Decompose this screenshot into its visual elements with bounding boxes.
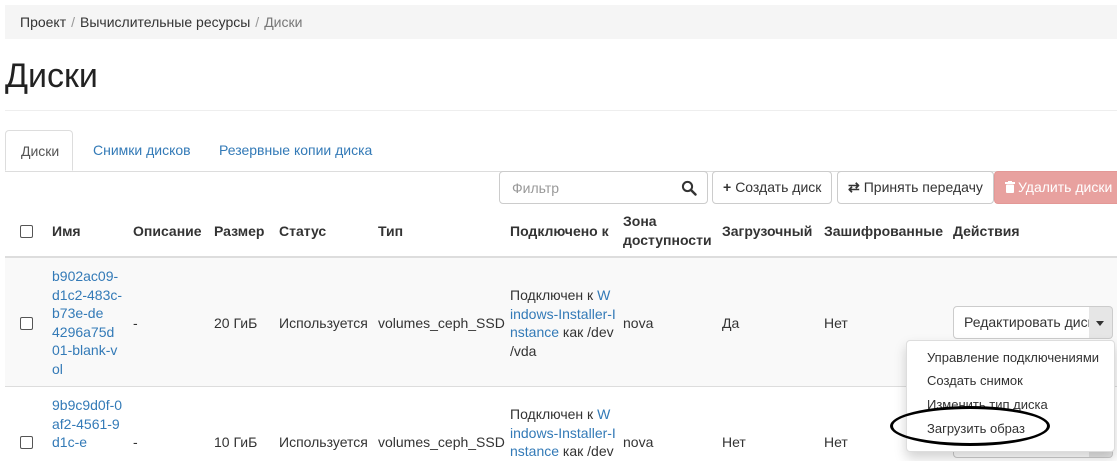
instance-link[interactable]: W <box>597 287 610 303</box>
attached-text: как /dev <box>559 443 614 459</box>
volume-status: Используется <box>279 434 368 450</box>
breadcrumb-compute[interactable]: Вычислительные ресурсы <box>80 14 250 30</box>
volume-status: Используется <box>279 315 368 331</box>
row-checkbox[interactable] <box>20 317 33 330</box>
col-header-zone-line1: Зона <box>623 213 657 229</box>
volume-encrypted: Нет <box>824 434 848 450</box>
chevron-down-icon <box>1096 321 1104 326</box>
trash-icon <box>1005 181 1015 193</box>
volume-name-line: d1c-e <box>52 434 88 450</box>
accept-transfer-button[interactable]: ⇄ Принять передачу <box>837 171 994 204</box>
volume-name-line: 4296a75d <box>52 323 115 340</box>
instance-link[interactable]: indows-Installer-I <box>510 425 616 441</box>
attached-text: Подключен к <box>510 406 598 422</box>
tab-volume-backups[interactable]: Резервные копии диска <box>204 130 387 171</box>
delete-volumes-label: Удалить диски <box>1018 179 1113 195</box>
select-all-checkbox[interactable] <box>20 225 33 238</box>
col-header-actions: Действия <box>953 223 1020 239</box>
create-volume-label: Создать диск <box>735 179 822 195</box>
volume-name-link[interactable]: b902ac09- d1c2-483c- b73e-de 4296a75d 01… <box>52 267 127 378</box>
volume-name-line: af2-4561-9 <box>52 415 120 432</box>
instance-link[interactable]: nstance <box>510 443 559 459</box>
volume-name-line: 01-blank-v <box>52 342 118 358</box>
menu-item-create-snapshot[interactable]: Создать снимок <box>927 373 1023 388</box>
volume-size: 20 ГиБ <box>214 315 258 331</box>
search-icon[interactable] <box>681 180 697 196</box>
col-header-attached[interactable]: Подключено к <box>510 222 609 241</box>
delete-volumes-button[interactable]: Удалить диски <box>994 171 1117 204</box>
attached-device: /vda <box>510 342 537 359</box>
tab-volume-snapshots[interactable]: Снимки дисков <box>78 130 206 171</box>
instance-link[interactable]: nstance <box>510 324 559 340</box>
menu-item-change-volume-type[interactable]: Изменить тип диска <box>927 397 1048 412</box>
menu-item-upload-to-image[interactable]: Загрузить образ <box>927 421 1025 436</box>
volume-name-link[interactable]: 9b9c9d0f-0 af2-4561-9 d1c-e <box>52 396 127 452</box>
col-header-bootable[interactable]: Загрузочный <box>722 222 812 241</box>
attached-text: Подключен к <box>510 287 598 303</box>
col-header-type[interactable]: Тип <box>378 222 403 241</box>
filter-box <box>499 171 708 204</box>
volume-name-line: ol <box>52 360 63 377</box>
page-title: Диски <box>5 57 98 95</box>
volume-encrypted: Нет <box>824 315 848 331</box>
attached-text: как /dev <box>559 324 614 340</box>
volume-name-line: b902ac09- <box>52 268 119 284</box>
filter-input[interactable] <box>510 179 674 197</box>
col-header-encrypted[interactable]: Зашифрованные <box>824 222 943 241</box>
actions-dropdown-toggle[interactable] <box>1089 306 1113 339</box>
row-checkbox[interactable] <box>20 436 33 449</box>
volume-attached-to: Подключен к W indows-Installer-I nstance… <box>510 286 620 360</box>
breadcrumb-project[interactable]: Проект <box>20 14 66 30</box>
breadcrumb: Проект / Вычислительные ресурсы / Диски <box>5 5 1117 39</box>
volume-name-line: b73e-de <box>52 305 104 321</box>
volume-type: volumes_ceph_SSD <box>378 315 505 331</box>
edit-volume-button[interactable]: Редактировать диск <box>953 306 1105 339</box>
volume-bootable: Да <box>722 315 740 331</box>
breadcrumb-current: Диски <box>264 14 303 30</box>
plus-icon: + <box>723 179 732 195</box>
volume-size: 10 ГиБ <box>214 434 258 450</box>
volume-description: - <box>133 434 138 450</box>
col-header-status[interactable]: Статус <box>279 222 326 241</box>
volume-attached-to: Подключен к W indows-Installer-I nstance… <box>510 405 620 461</box>
col-header-description[interactable]: Описание <box>133 222 202 241</box>
tab-bar: Диски Снимки дисков Резервные копии диск… <box>5 130 1117 172</box>
volume-zone: nova <box>623 434 654 450</box>
create-volume-button[interactable]: + Создать диск <box>712 171 833 204</box>
volume-type: volumes_ceph_SSD <box>378 434 505 450</box>
breadcrumb-separator: / <box>255 14 260 30</box>
breadcrumb-separator: / <box>71 14 76 30</box>
actions-dropdown-menu: Управление подключениями Создать снимок … <box>906 340 1115 452</box>
tab-volumes[interactable]: Диски <box>5 130 73 171</box>
col-header-size[interactable]: Размер <box>214 222 264 241</box>
instance-link[interactable]: W <box>597 406 610 422</box>
volume-bootable: Нет <box>722 434 746 450</box>
volume-description: - <box>133 315 138 331</box>
volume-zone: nova <box>623 315 654 331</box>
title-divider <box>5 110 1117 111</box>
exchange-icon: ⇄ <box>848 179 860 195</box>
menu-item-manage-attachments[interactable]: Управление подключениями <box>927 350 1099 365</box>
col-header-zone[interactable]: Зона доступности <box>623 212 712 249</box>
col-header-zone-line2: доступности <box>623 231 712 248</box>
instance-link[interactable]: indows-Installer-I <box>510 306 616 322</box>
accept-transfer-label: Принять передачу <box>863 179 983 195</box>
volume-name-line: 9b9c9d0f-0 <box>52 397 123 413</box>
col-header-name[interactable]: Имя <box>52 222 81 241</box>
volume-name-line: d1c2-483c- <box>52 286 123 303</box>
